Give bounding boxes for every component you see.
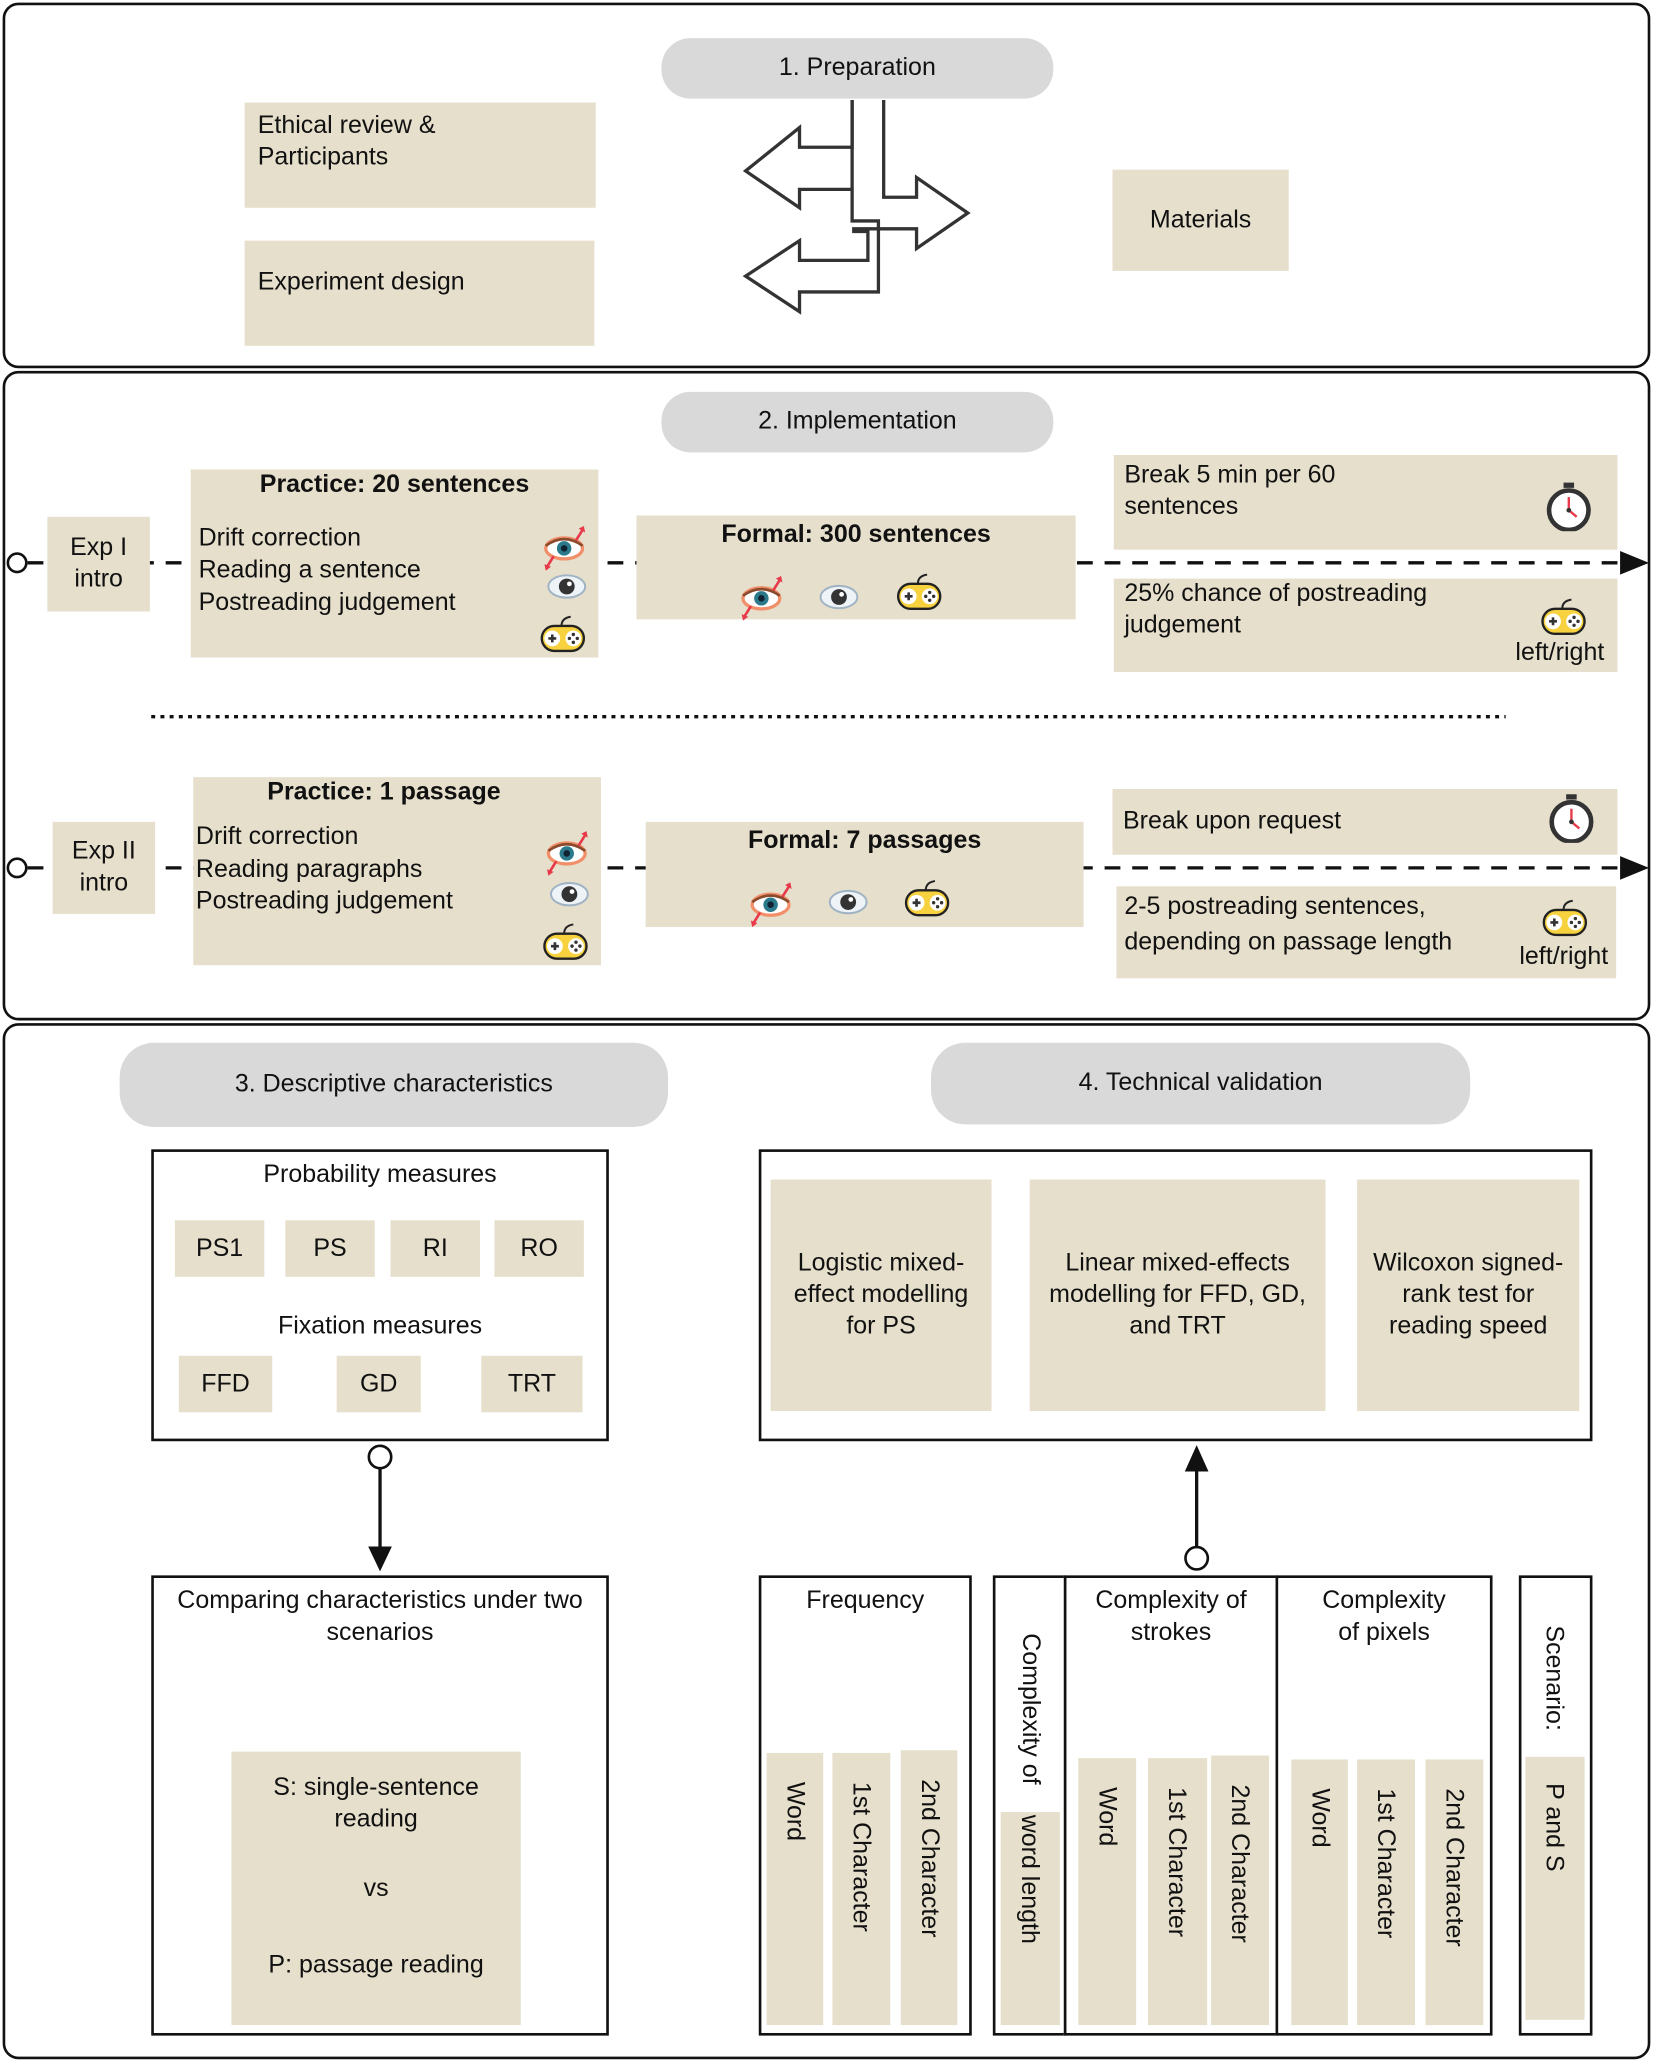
strokes-bar: 1st Character	[1147, 1758, 1208, 2026]
scenario-predictor-item: P and S	[1539, 1783, 1568, 1872]
pixels-item: 1st Character	[1371, 1788, 1400, 1939]
scenario-predictor-bar: P and S	[1525, 1756, 1585, 2020]
scenario-s: S: single-sentence reading	[273, 1773, 479, 1834]
frequency-item: 2nd Character	[915, 1779, 943, 1938]
frequency-item: 1st Character	[846, 1781, 875, 1932]
strokes-item: Word	[1092, 1787, 1121, 1847]
frequency-bar: Word	[766, 1752, 824, 2026]
strokes-item: 2nd Character	[1225, 1784, 1254, 1943]
scenario-p: P: passage reading	[268, 1951, 484, 1980]
pixels-bar: Word	[1291, 1759, 1348, 2026]
strokes-bar: 2nd Character	[1211, 1755, 1269, 2026]
scenario-predictor-title: Scenario:	[1539, 1625, 1568, 1731]
pixels-bar: 1st Character	[1357, 1759, 1415, 2026]
strokes-title: Complexity of strokes	[1095, 1587, 1247, 1647]
scenario-vs: vs	[363, 1875, 389, 1903]
method-linear: Linear mixed-effects modelling for FFD, …	[1029, 1179, 1326, 1411]
strokes-bar: Word	[1078, 1758, 1137, 2026]
compare-title: Comparing characteristics under two scen…	[177, 1587, 583, 1647]
method-logistic: Logistic mixed-effect modelling for PS	[770, 1179, 992, 1411]
frequency-title: Frequency	[806, 1587, 925, 1615]
word-length-item: word length	[1015, 1814, 1043, 1944]
word-length-title: Complexity of	[1016, 1633, 1045, 1785]
strokes-item: 1st Character	[1162, 1787, 1191, 1938]
method-wilcoxon: Wilcoxon signed-rank test for reading sp…	[1357, 1179, 1580, 1411]
frequency-bar: 1st Character	[832, 1752, 891, 2026]
pixels-item: Word	[1305, 1788, 1334, 1848]
scenario-box: S: single-sentence reading vs P: passage…	[231, 1751, 521, 2026]
workflow-diagram: 1. Preparation Ethical review & Particip…	[0, 0, 1653, 2062]
pixels-title: Complexity of pixels	[1322, 1587, 1446, 1647]
pixels-item: 2nd Character	[1439, 1788, 1468, 1947]
pixels-bar: 2nd Character	[1425, 1759, 1484, 2026]
word-length-bar: word length	[1000, 1812, 1060, 2026]
frequency-bar: 2nd Character	[900, 1750, 958, 2026]
frequency-item: Word	[781, 1781, 809, 1842]
